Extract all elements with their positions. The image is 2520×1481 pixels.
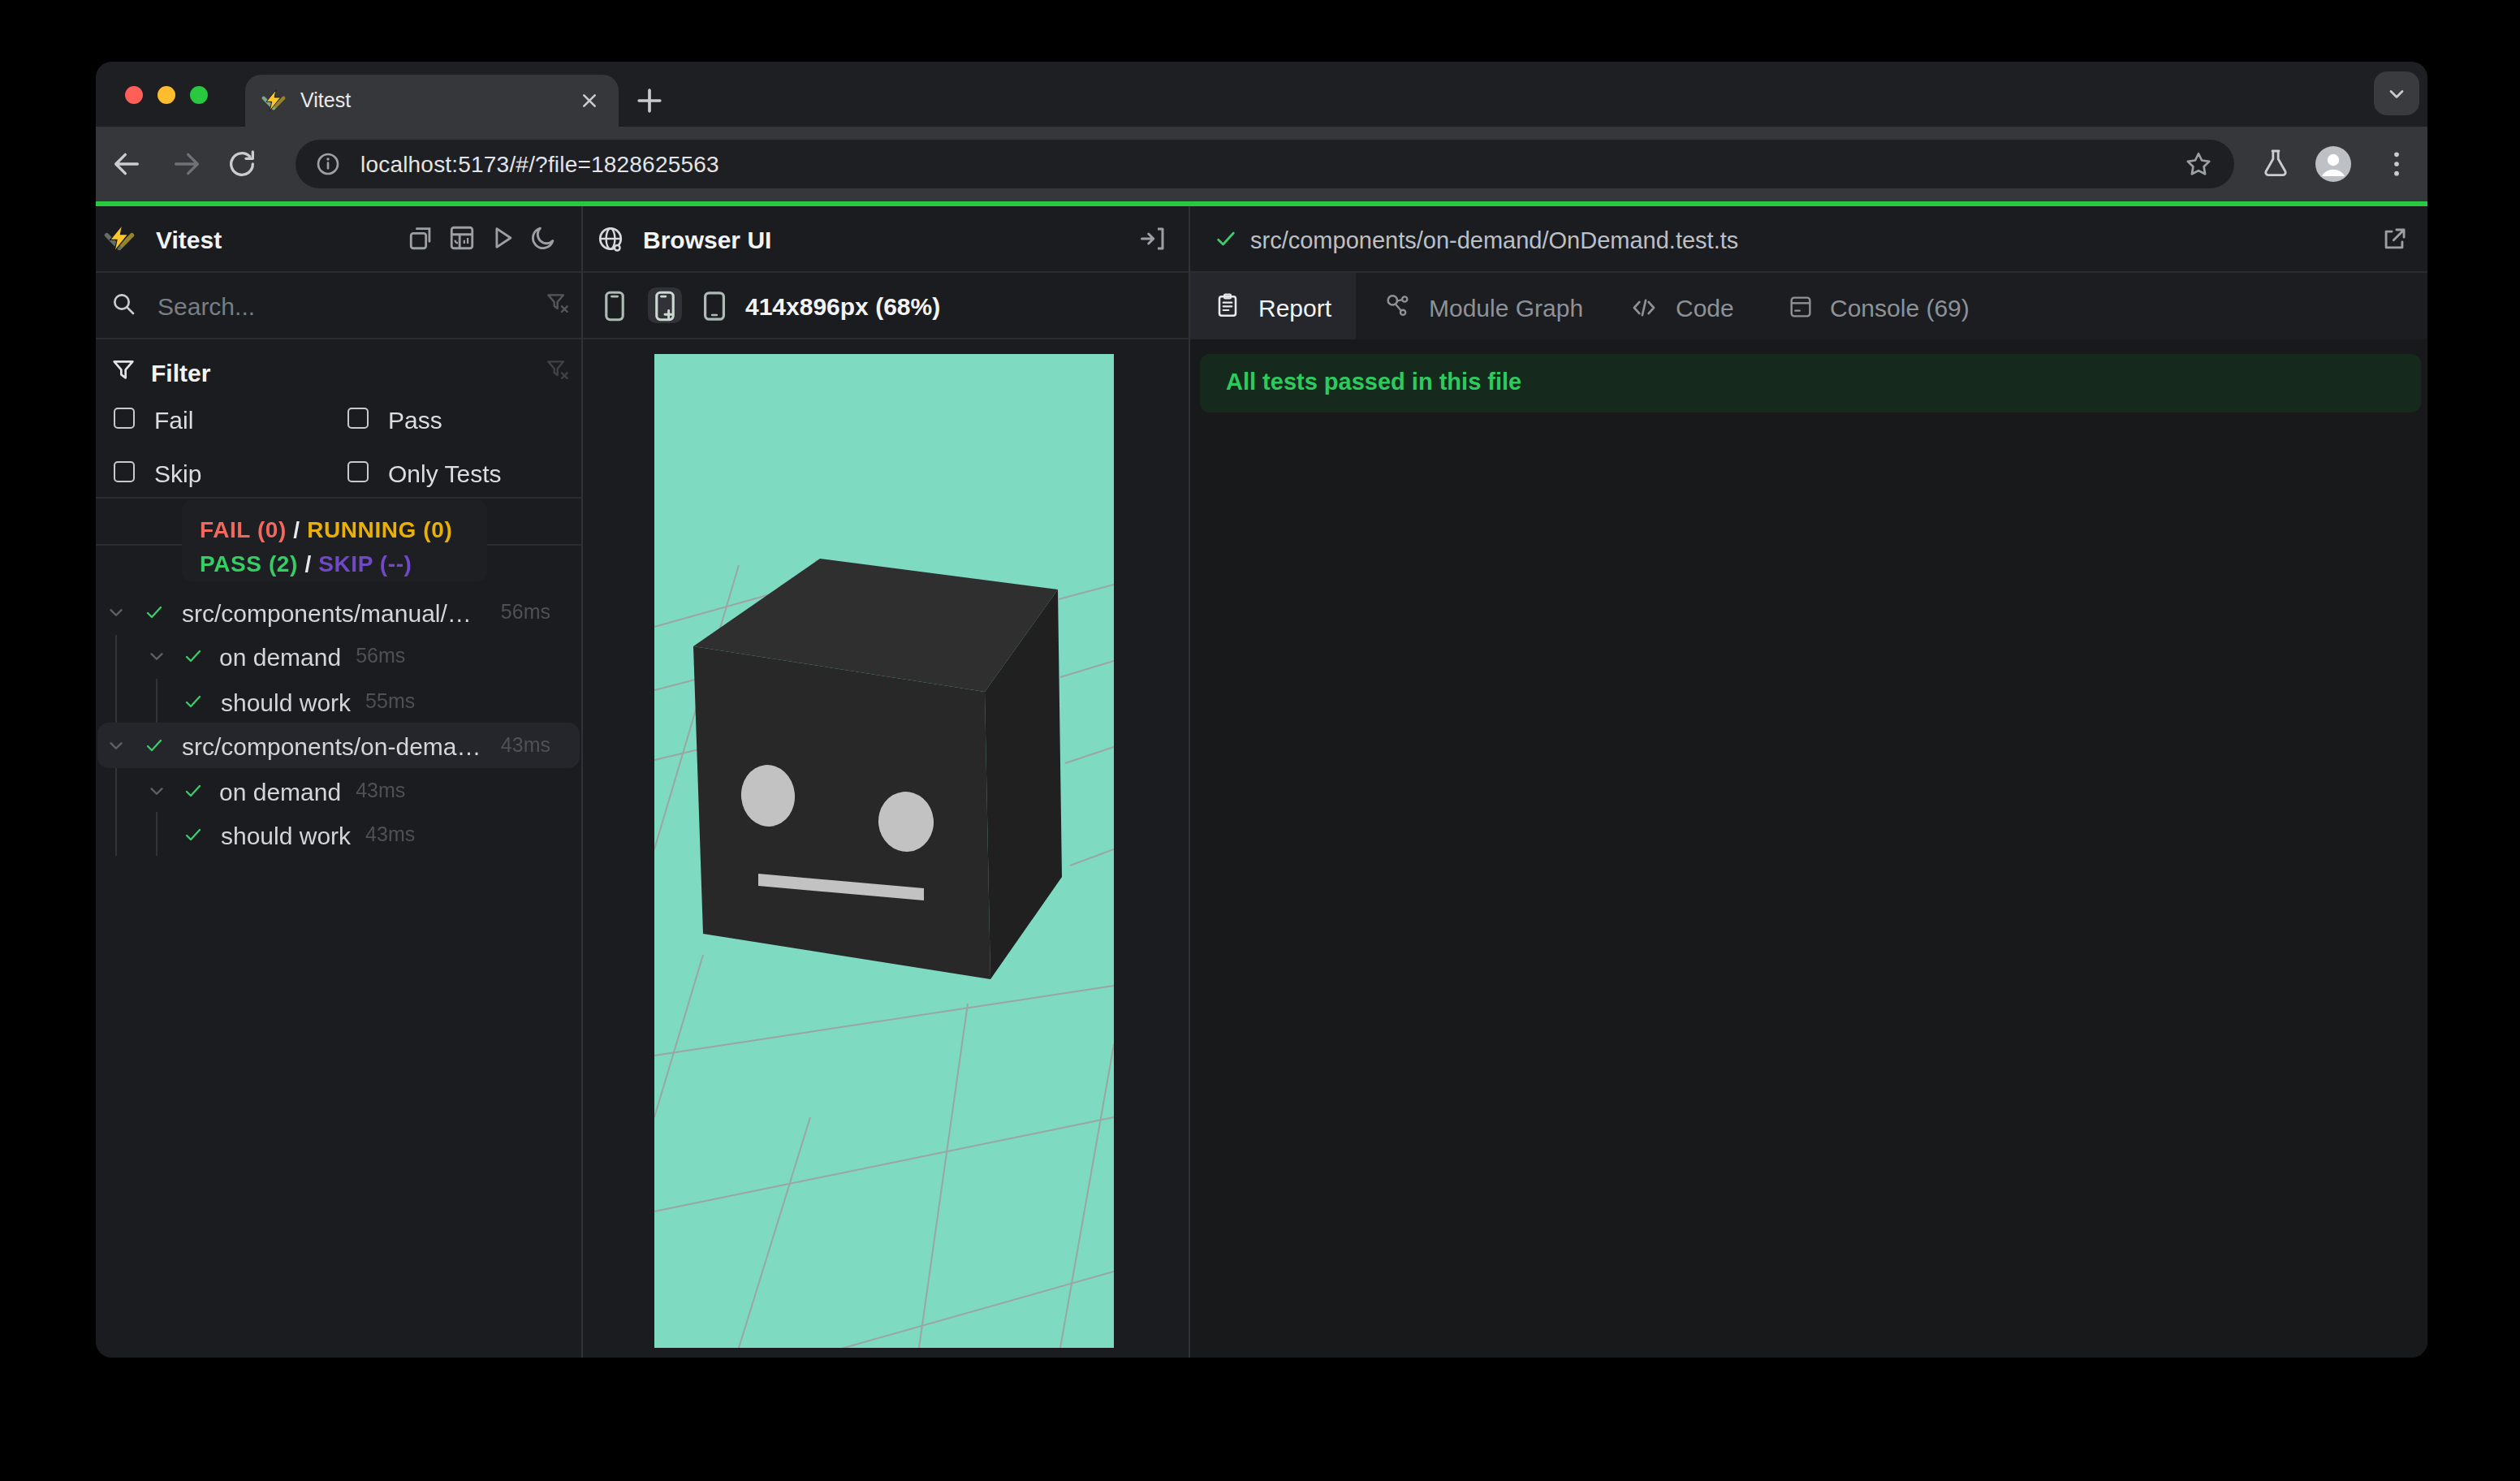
device-phone-plus-icon — [654, 290, 675, 321]
pass-check-icon — [183, 692, 203, 711]
tab-module-graph[interactable]: Module Graph — [1429, 294, 1583, 322]
extension-flask-icon[interactable] — [2260, 148, 2293, 180]
open-external-icon[interactable] — [2380, 226, 2408, 253]
url-text[interactable]: localhost:5173/#/?file=1828625563 — [360, 151, 719, 177]
dashboard-icon[interactable] — [448, 224, 476, 252]
zoom-window-button[interactable] — [189, 86, 207, 104]
tree-row-test[interactable]: should work 55ms — [96, 679, 581, 724]
browser-menu-kebab-icon[interactable] — [2380, 148, 2413, 180]
code-icon — [1630, 294, 1658, 322]
tree-row-suite[interactable]: on demand 56ms — [96, 633, 581, 679]
pass-check-icon — [145, 736, 164, 755]
console-icon — [1788, 294, 1814, 320]
vitest-logo-icon — [104, 224, 135, 255]
search-input[interactable]: Search... — [158, 291, 255, 319]
tab-report[interactable]: Report — [1258, 294, 1331, 322]
browser-window: Vitest localhost:5173/#/?file=1828625563 — [96, 62, 2427, 1358]
chevron-down-icon[interactable] — [148, 647, 166, 665]
app-content: Vitest Search... — [96, 206, 2427, 1358]
browser-ui-panel: Browser UI 414x896px (68%) — [583, 206, 1190, 1358]
stats-line-1: FAIL (0) / RUNNING (0) — [200, 516, 452, 542]
viewport-size-label: 414x896px (68%) — [745, 292, 940, 320]
threejs-scene — [654, 354, 1114, 1348]
tree-row-file[interactable]: src/components/manual/… 56ms — [96, 589, 581, 635]
filter-pass-label: Pass — [388, 405, 442, 433]
chevron-down-icon[interactable] — [107, 603, 125, 621]
back-icon[interactable] — [110, 148, 143, 180]
forward-icon[interactable] — [170, 148, 203, 180]
file-pass-check-icon — [1215, 227, 1237, 250]
filter-icon — [110, 357, 136, 383]
tab-search-chevron-button[interactable] — [2374, 71, 2419, 115]
tested-app-viewport[interactable] — [654, 354, 1114, 1348]
filter-only-tests-label: Only Tests — [388, 459, 502, 486]
pass-check-icon — [183, 781, 203, 801]
tree-row-suite[interactable]: on demand 43ms — [96, 768, 581, 814]
address-bar[interactable]: localhost:5173/#/?file=1828625563 — [296, 140, 2234, 188]
result-file-path: src/components/on-demand/OnDemand.test.t… — [1250, 227, 1738, 253]
filter-only-tests-checkbox[interactable] — [347, 460, 369, 481]
device-phone-small-icon[interactable] — [604, 291, 625, 322]
tab-strip: Vitest — [96, 62, 2427, 127]
profile-avatar[interactable] — [2314, 145, 2346, 177]
screen: Vitest localhost:5173/#/?file=1828625563 — [0, 0, 2520, 1481]
search-icon — [110, 291, 136, 317]
dock-panel-right-icon[interactable] — [1138, 224, 1167, 253]
all-tests-passed-banner: All tests passed in this file — [1200, 353, 2421, 412]
sidebar-title: Vitest — [156, 226, 222, 253]
device-tablet-icon[interactable] — [703, 291, 726, 322]
tab-close-icon[interactable] — [576, 88, 602, 114]
filter-skip-checkbox[interactable] — [114, 460, 135, 481]
report-clipboard-icon — [1215, 292, 1241, 318]
close-window-button[interactable] — [124, 86, 142, 104]
preview-panel-title: Browser UI — [643, 226, 771, 253]
tree-row-test[interactable]: should work 43ms — [96, 812, 581, 857]
results-panel: src/components/on-demand/OnDemand.test.t… — [1190, 206, 2427, 1358]
pass-check-icon — [183, 825, 203, 844]
vitest-favicon — [261, 89, 286, 113]
sidebar: Vitest Search... — [96, 206, 583, 1358]
tree-row-file[interactable]: src/components/on-dema… 43ms — [96, 723, 581, 768]
collapse-panels-icon[interactable] — [408, 224, 435, 252]
browser-toolbar: localhost:5173/#/?file=1828625563 — [96, 127, 2427, 201]
report-content: All tests passed in this file — [1190, 339, 2427, 1358]
minimize-window-button[interactable] — [157, 86, 175, 104]
tab-code[interactable]: Code — [1676, 294, 1734, 322]
device-phone-selected-bg[interactable] — [648, 287, 682, 323]
filter-title: Filter — [151, 358, 210, 386]
module-graph-icon — [1383, 292, 1411, 320]
filter-fail-label: Fail — [154, 405, 193, 433]
run-all-icon[interactable] — [489, 224, 516, 252]
clear-filters-icon[interactable] — [544, 357, 570, 383]
bookmark-star-icon[interactable] — [2184, 149, 2213, 179]
filter-skip-label: Skip — [154, 459, 201, 486]
tab-title: Vitest — [300, 89, 351, 112]
tab-console[interactable]: Console (69) — [1830, 294, 1970, 322]
chevron-down-icon[interactable] — [148, 782, 166, 800]
browser-tab[interactable]: Vitest — [245, 75, 619, 127]
chevron-down-icon[interactable] — [107, 736, 125, 754]
dark-mode-moon-icon[interactable] — [529, 224, 557, 252]
globe-icon — [596, 224, 625, 253]
site-info-icon[interactable] — [315, 151, 341, 177]
pass-check-icon — [145, 602, 164, 622]
pass-check-icon — [183, 646, 203, 666]
new-tab-button[interactable] — [632, 83, 667, 119]
reload-icon[interactable] — [226, 148, 258, 180]
filter-pass-checkbox[interactable] — [347, 407, 369, 428]
clear-search-filter-icon[interactable] — [544, 291, 570, 317]
stats-line-2: PASS (2) / SKIP (--) — [200, 551, 412, 576]
filter-fail-checkbox[interactable] — [114, 407, 135, 428]
